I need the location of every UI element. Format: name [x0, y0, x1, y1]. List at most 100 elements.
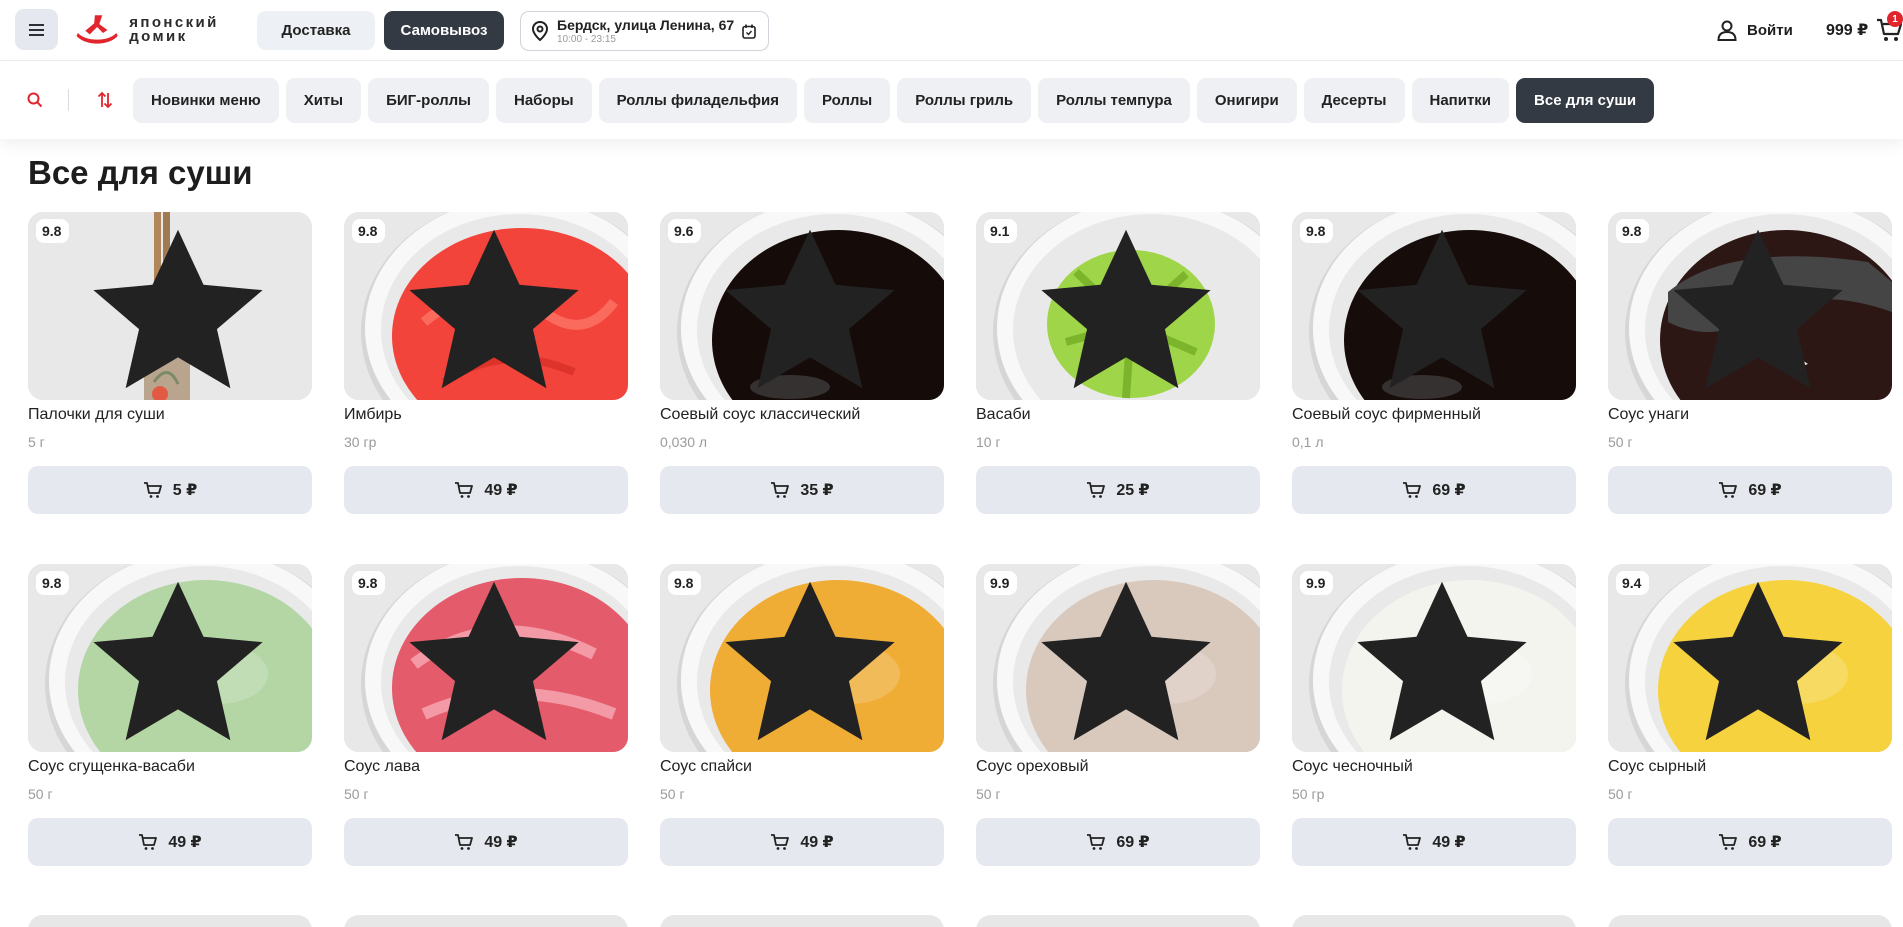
sort-icon[interactable] [97, 91, 113, 109]
product-weight: 5 г [28, 434, 45, 450]
category-tab[interactable]: БИГ-роллы [368, 78, 489, 123]
product-weight: 50 г [976, 786, 1001, 802]
product-name[interactable]: Соус лава [344, 758, 628, 776]
product-image[interactable]: 9.8 [344, 564, 628, 752]
cart-icon [1403, 834, 1422, 850]
cart-icon [143, 482, 162, 498]
cart-icon [1403, 482, 1422, 498]
add-to-cart-button[interactable]: 49 ₽ [660, 818, 944, 866]
product-weight: 50 г [28, 786, 53, 802]
product-card: 9.4 Соус сырный 50 г 69 ₽ [1608, 564, 1892, 866]
product-name[interactable]: Соус чесночный [1292, 758, 1576, 776]
cart-icon [1087, 482, 1106, 498]
category-tab[interactable]: Хиты [285, 78, 362, 123]
cart-icon [1719, 834, 1738, 850]
menu-button[interactable] [15, 9, 58, 50]
category-tab[interactable]: Роллы гриль [897, 78, 1032, 123]
cart-icon [139, 834, 158, 850]
add-to-cart-button[interactable]: 69 ₽ [1608, 466, 1892, 514]
add-to-cart-button[interactable]: 35 ₽ [660, 466, 944, 514]
product-image[interactable]: 9.8 [1608, 212, 1892, 400]
category-tab[interactable]: Наборы [495, 78, 592, 123]
product-name[interactable]: Соевый соус классический [660, 406, 944, 424]
product-card: 9.8 Соус унаги 50 г 69 ₽ [1608, 212, 1892, 514]
add-to-cart-button[interactable]: 69 ₽ [1608, 818, 1892, 866]
logo-mark-icon [76, 15, 118, 44]
product-image[interactable]: 9.1 [976, 212, 1260, 400]
cart-total[interactable]: 999 ₽ [1826, 20, 1868, 40]
product-name[interactable]: Соус сгущенка-васаби [28, 758, 312, 776]
product-weight: 50 г [1608, 434, 1633, 450]
category-tab[interactable]: Новинки меню [133, 78, 279, 123]
product-price: 49 ₽ [484, 834, 518, 851]
product-name[interactable]: Имбирь [344, 406, 628, 424]
category-tab[interactable]: Онигири [1196, 78, 1297, 123]
search-icon[interactable] [27, 92, 43, 108]
product-name[interactable]: Соус унаги [1608, 406, 1892, 424]
cart-icon [455, 482, 474, 498]
pickup-toggle-button[interactable]: Самовывоз [384, 11, 504, 50]
address-selector[interactable]: Бердск, улица Ленина, 67 10:00 - 23:15 [520, 11, 769, 51]
star-icon [409, 229, 579, 389]
rating-badge: 9.9 [984, 571, 1211, 741]
section-title: Все для суши [28, 154, 253, 191]
cart-icon [771, 482, 790, 498]
rating-badge: 9.8 [352, 571, 579, 741]
category-tab[interactable]: Роллы [803, 78, 891, 123]
category-bar: Новинки меню Хиты БИГ-роллы Наборы Роллы фил… [0, 61, 1903, 139]
add-to-cart-button[interactable]: 49 ₽ [344, 818, 628, 866]
cart-icon [1719, 482, 1738, 498]
add-to-cart-button[interactable]: 49 ₽ [28, 818, 312, 866]
product-image[interactable]: 9.6 [660, 212, 944, 400]
star-icon [1041, 229, 1211, 389]
delivery-toggle-button[interactable]: Доставка [257, 11, 375, 50]
star-icon [409, 581, 579, 741]
login-button[interactable]: Войти [1716, 18, 1793, 42]
category-tab[interactable]: Все для суши [1516, 78, 1655, 123]
rating-badge: 9.9 [1300, 571, 1527, 741]
category-tab[interactable]: Роллы филадельфия [598, 78, 797, 123]
product-image[interactable]: 9.8 [1292, 212, 1576, 400]
category-tab[interactable]: Десерты [1303, 78, 1405, 123]
add-to-cart-button[interactable]: 49 ₽ [344, 466, 628, 514]
product-price: 49 ₽ [168, 834, 202, 851]
product-card: 9.8 Имбирь 30 гр 49 ₽ [344, 212, 628, 514]
product-card: 9.9 Соус ореховый 50 г 69 ₽ [976, 564, 1260, 866]
product-image[interactable]: 9.9 [1292, 564, 1576, 752]
product-card: 9.6 Соевый соус классический 0,030 л 35 … [660, 212, 944, 514]
product-image[interactable]: 9.8 [660, 564, 944, 752]
category-tab[interactable]: Роллы темпура [1038, 78, 1190, 123]
product-image[interactable]: 9.9 [976, 564, 1260, 752]
brand-logo[interactable]: японский домик [75, 8, 243, 52]
rating-badge: 9.8 [1616, 219, 1843, 389]
product-image[interactable]: 9.8 [344, 212, 628, 400]
category-tabs: Новинки меню Хиты БИГ-роллы Наборы Роллы фил… [133, 78, 1661, 123]
product-image[interactable]: 9.8 [28, 564, 312, 752]
add-to-cart-button[interactable]: 49 ₽ [1292, 818, 1576, 866]
product-name[interactable]: Соевый соус фирменный [1292, 406, 1576, 424]
product-name[interactable]: Соус спайси [660, 758, 944, 776]
star-icon [93, 581, 263, 741]
product-name[interactable]: Васаби [976, 406, 1260, 424]
user-icon [1717, 20, 1737, 41]
rating-badge: 9.8 [1300, 219, 1527, 389]
product-weight: 50 г [660, 786, 685, 802]
add-to-cart-button[interactable]: 69 ₽ [1292, 466, 1576, 514]
rating-badge: 9.8 [36, 219, 263, 389]
cart-icon [1087, 834, 1106, 850]
product-image[interactable]: 9.8 [28, 212, 312, 400]
star-icon [725, 581, 895, 741]
add-to-cart-button[interactable]: 69 ₽ [976, 818, 1260, 866]
address-label: Бердск, улица Ленина, 67 [557, 17, 735, 33]
add-to-cart-button[interactable]: 5 ₽ [28, 466, 312, 514]
product-name[interactable]: Соус ореховый [976, 758, 1260, 776]
next-row-card-peek [976, 915, 1260, 927]
product-name[interactable]: Палочки для суши [28, 406, 312, 424]
star-icon [725, 229, 895, 389]
category-tab[interactable]: Напитки [1411, 78, 1510, 123]
hamburger-icon [29, 23, 44, 36]
add-to-cart-button[interactable]: 25 ₽ [976, 466, 1260, 514]
product-image[interactable]: 9.4 [1608, 564, 1892, 752]
product-name[interactable]: Соус сырный [1608, 758, 1892, 776]
product-weight: 0,030 л [660, 434, 708, 450]
